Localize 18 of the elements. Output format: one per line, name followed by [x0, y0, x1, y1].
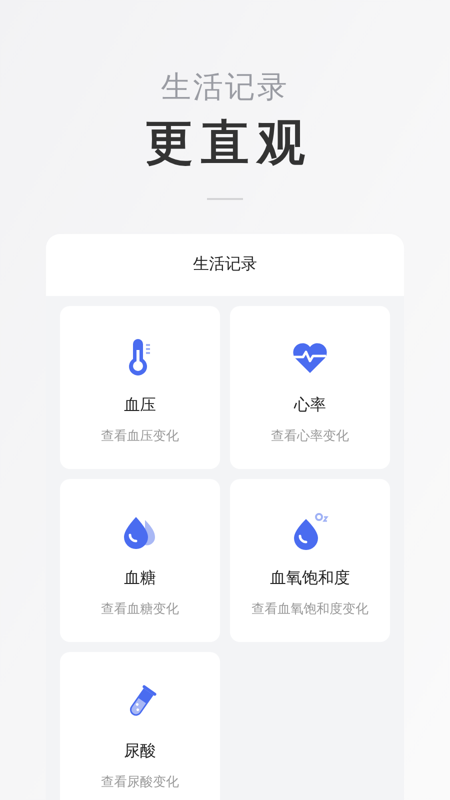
record-card[interactable]: 尿酸 查看尿酸变化	[60, 652, 220, 800]
record-card[interactable]: 血糖 查看血糖变化	[60, 479, 220, 642]
record-hint: 查看心率变化	[271, 427, 349, 445]
record-card[interactable]: 血氧饱和度 查看血氧饱和度变化	[230, 479, 390, 642]
record-hint: 查看尿酸变化	[101, 773, 179, 791]
headline-title: 更直观	[144, 116, 313, 172]
record-hint: 查看血糖变化	[101, 600, 179, 618]
headline-subtitle: 生活记录	[161, 70, 289, 106]
record-card[interactable]: 血压 查看血压变化	[60, 306, 220, 469]
record-name: 尿酸	[124, 742, 156, 762]
record-name: 血压	[124, 396, 156, 416]
record-name: 血糖	[124, 568, 156, 589]
record-card[interactable]: 心率 查看心率变化	[230, 306, 390, 469]
record-hint: 查看血氧饱和度变化	[252, 600, 368, 618]
record-hint: 查看血压变化	[101, 427, 179, 445]
panel-title: 生活记录	[193, 254, 257, 275]
record-name: 心率	[294, 396, 326, 416]
record-name: 血氧饱和度	[270, 568, 350, 589]
